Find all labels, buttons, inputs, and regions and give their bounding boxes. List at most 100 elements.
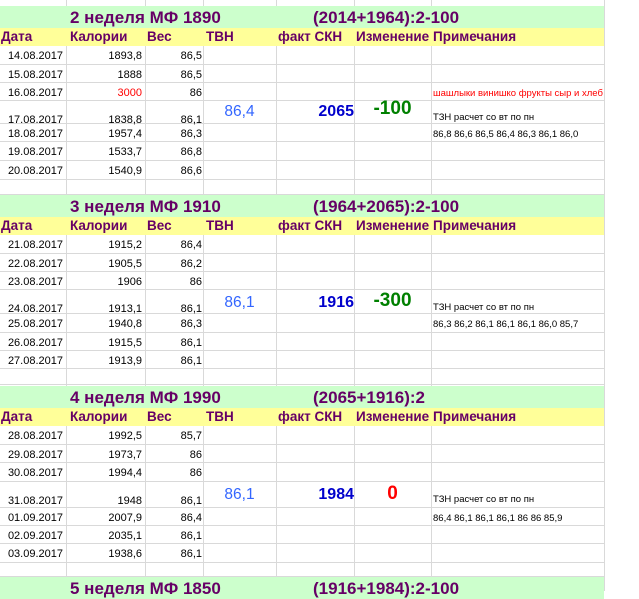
empty-row (0, 563, 604, 577)
cell-change: -300 (373, 290, 412, 311)
header-weight: Вес (147, 29, 172, 44)
empty-row (0, 180, 604, 195)
table-row[interactable]: 23.08.2017 1906 86 (0, 272, 604, 290)
table-row[interactable]: 21.08.2017 1915,2 86,4 (0, 235, 604, 254)
week-formula: (1916+1984):2-100 (313, 579, 460, 598)
cell-date: 27.08.2017 (7, 355, 63, 367)
cell-date: 02.09.2017 (7, 530, 63, 542)
cell-note: 86,8 86,6 86,5 86,4 86,3 86,1 86,0 (433, 129, 579, 140)
cell-calories: 2007,9 (108, 512, 142, 524)
table-row[interactable]: 01.09.2017 2007,9 86,4 86,4 86,1 86,1 86… (0, 508, 604, 526)
header-weight: Вес (147, 409, 172, 424)
cell-calories: 1893,8 (108, 50, 142, 62)
cell-weight: 86 (189, 467, 202, 479)
header-weight: Вес (147, 218, 172, 233)
table-row[interactable]: 20.08.2017 1540,9 86,6 (0, 161, 604, 180)
cell-date: 01.09.2017 (7, 512, 63, 524)
cell-weight: 86 (189, 87, 202, 99)
week-title-row[interactable]: 4 неделя МФ 1990 (2065+1916):2 (0, 386, 604, 408)
cell-change: 0 (387, 483, 398, 504)
cell-calories: 1948 (117, 495, 142, 507)
cell-note: ТЗН расчет со вт по пн (433, 494, 535, 505)
cell-note: 86,3 86,2 86,1 86,1 86,1 86,0 85,7 (433, 319, 579, 330)
week-title-row[interactable]: 3 неделя МФ 1910 (1964+2065):2-100 (0, 195, 604, 217)
column-header-row[interactable]: Дата Калории Вес ТВН факт СКН Изменение … (0, 408, 604, 426)
cell-calories: 1906 (117, 276, 142, 288)
week-title: 5 неделя МФ 1850 (70, 579, 221, 598)
header-date: Дата (1, 218, 33, 233)
cell-calories: 1973,7 (108, 449, 142, 461)
cell-calories: 1915,5 (108, 337, 142, 349)
header-change: Изменение (356, 218, 430, 233)
cell-date: 23.08.2017 (7, 276, 63, 288)
cell-date: 31.08.2017 (7, 495, 63, 507)
cell-weight: 86,1 (180, 337, 202, 349)
table-row[interactable]: 19.08.2017 1533,7 86,8 (0, 142, 604, 161)
cell-date: 20.08.2017 (7, 165, 63, 177)
cell-fact: 1984 (318, 486, 354, 503)
cell-tvn: 86,4 (224, 103, 255, 120)
table-row[interactable]: 30.08.2017 1994,4 86 (0, 463, 604, 482)
table-row[interactable]: 14.08.2017 1893,8 86,5 (0, 46, 604, 65)
table-row[interactable]: 15.08.2017 1888 86,5 (0, 65, 604, 83)
cell-date: 30.08.2017 (7, 467, 63, 479)
table-row[interactable]: 24.08.2017 1913,1 86,1 86,1 1916 -300 ТЗ… (0, 290, 604, 315)
cell-calories: 1913,9 (108, 355, 142, 367)
cell-date: 14.08.2017 (7, 50, 63, 62)
cell-calories: 1957,4 (108, 128, 142, 140)
cell-weight: 85,7 (180, 430, 202, 442)
table-row[interactable]: 31.08.2017 1948 86,1 86,1 1984 0 ТЗН рас… (0, 482, 604, 508)
cell-weight: 86,4 (180, 512, 202, 524)
cell-calories: 1533,7 (108, 146, 142, 158)
table-row[interactable]: 17.08.2017 1838,8 86,1 86,4 2065 -100 ТЗ… (0, 98, 604, 126)
cell-weight: 86,1 (180, 530, 202, 542)
table-row[interactable]: 18.08.2017 1957,4 86,3 86,8 86,6 86,5 86… (0, 124, 604, 142)
cell-calories: 1888 (117, 69, 142, 81)
cell-fact: 1916 (318, 294, 354, 311)
table-row[interactable]: 28.08.2017 1992,5 85,7 (0, 426, 604, 445)
cell-date: 26.08.2017 (7, 337, 63, 349)
column-header-row[interactable]: Дата Калории Вес ТВН факт СКН Изменение … (0, 28, 604, 46)
cell-date: 28.08.2017 (7, 430, 63, 442)
cell-weight: 86 (189, 449, 202, 461)
table-row[interactable]: 27.08.2017 1913,9 86,1 (0, 351, 604, 369)
header-notes: Примечания (433, 29, 517, 44)
header-change: Изменение (356, 409, 430, 424)
header-date: Дата (1, 29, 33, 44)
cell-weight: 86,2 (180, 258, 202, 270)
cell-date: 16.08.2017 (7, 87, 63, 99)
cell-calories: 1540,9 (108, 165, 142, 177)
cell-weight: 86,8 (180, 146, 202, 158)
week-title: 3 неделя МФ 1910 (70, 197, 221, 216)
cell-date: 21.08.2017 (7, 239, 63, 251)
cell-weight: 86,3 (180, 128, 202, 140)
cell-weight: 86,5 (180, 69, 202, 81)
cell-weight: 86,6 (180, 165, 202, 177)
week-title-row[interactable]: 2 неделя МФ 1890 (2014+1964):2-100 (0, 6, 604, 28)
week-title-row[interactable]: 5 неделя МФ 1850 (1916+1984):2-100 (0, 577, 604, 599)
table-row[interactable]: 29.08.2017 1973,7 86 (0, 445, 604, 463)
cell-tvn: 86,1 (224, 486, 255, 503)
table-row[interactable]: 16.08.2017 3000 86 шашлыки винишко фрукт… (0, 83, 604, 101)
week-formula: (1964+2065):2-100 (313, 197, 460, 216)
header-notes: Примечания (433, 218, 517, 233)
cell-calories: 1994,4 (108, 467, 142, 479)
column-header-row[interactable]: Дата Калории Вес ТВН факт СКН Изменение … (0, 217, 604, 235)
cell-date: 29.08.2017 (7, 449, 63, 461)
table-row[interactable]: 02.09.2017 2035,1 86,1 (0, 526, 604, 544)
header-calories: Калории (70, 409, 128, 424)
table-row[interactable]: 25.08.2017 1940,8 86,3 86,3 86,2 86,1 86… (0, 314, 604, 333)
cell-date: 25.08.2017 (7, 318, 63, 330)
cell-calories: 3000 (117, 87, 142, 99)
cell-date: 19.08.2017 (7, 146, 63, 158)
table-row[interactable]: 26.08.2017 1915,5 86,1 (0, 333, 604, 351)
cell-weight: 86 (189, 276, 202, 288)
cell-weight: 86,1 (180, 355, 202, 367)
cell-weight: 86,4 (180, 239, 202, 251)
header-calories: Калории (70, 218, 128, 233)
empty-row (0, 369, 604, 385)
cell-note: ТЗН расчет со вт по пн (433, 302, 535, 313)
table-row[interactable]: 22.08.2017 1905,5 86,2 (0, 254, 604, 272)
header-tvn: ТВН (206, 409, 234, 424)
table-row[interactable]: 03.09.2017 1938,6 86,1 (0, 544, 604, 563)
